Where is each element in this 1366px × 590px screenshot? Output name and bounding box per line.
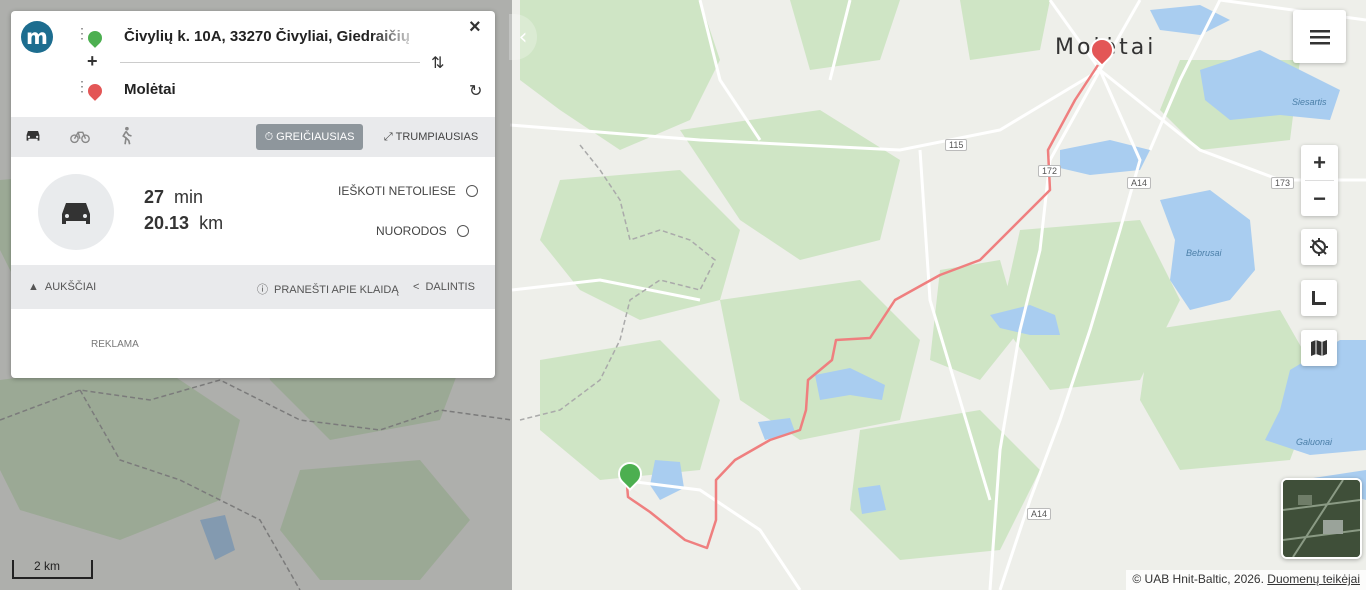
travel-mode-bar: ⏱ GREIČIAUSIAS ⤢ TRUMPIAUSIAS bbox=[11, 117, 495, 157]
stopwatch-icon: ⏱ bbox=[264, 130, 274, 143]
drag-handle-icon[interactable]: ⋮ bbox=[75, 26, 89, 40]
route-time: 27 min bbox=[144, 187, 203, 208]
road-label-172: 172 bbox=[1038, 165, 1062, 177]
map-icon bbox=[1311, 340, 1327, 356]
report-error-label: PRANEŠTI APIE KLAIDĄ bbox=[274, 284, 399, 296]
search-nearby-button[interactable]: IEŠKOTI NETOLIESE bbox=[338, 184, 478, 198]
fastest-route-button[interactable]: ⏱ GREIČIAUSIAS bbox=[256, 124, 363, 150]
location-off-icon bbox=[1310, 238, 1328, 256]
map-layers-button[interactable] bbox=[1301, 330, 1337, 366]
route-panel: m ⋮ Čivylių k. 10A, 33270 Čivyliai, Gied… bbox=[11, 11, 495, 378]
mountain-icon: ▲ bbox=[28, 281, 39, 293]
menu-icon bbox=[1309, 29, 1330, 44]
report-error-button[interactable]: ⓘ PRANEŠTI APIE KLAIDĄ bbox=[257, 281, 399, 297]
search-nearby-label: IEŠKOTI NETOLIESE bbox=[338, 184, 456, 198]
zoom-in-button[interactable]: + bbox=[1301, 145, 1338, 180]
attribution: © UAB Hnit-Baltic, 2026. Duomenų teikėja… bbox=[1126, 570, 1366, 590]
shortest-arrows-icon: ⤢ bbox=[383, 130, 393, 143]
shortest-route-button[interactable]: ⤢ TRUMPIAUSIAS bbox=[383, 124, 479, 150]
ruler-icon bbox=[1312, 291, 1326, 305]
lake-label-siesartis: Siesartis bbox=[1292, 97, 1327, 107]
bike-icon[interactable] bbox=[69, 125, 91, 147]
zoom-controls: + − bbox=[1301, 145, 1338, 216]
zoom-out-button[interactable]: − bbox=[1301, 181, 1338, 216]
measure-button[interactable] bbox=[1301, 280, 1337, 316]
scale-label: 2 km bbox=[34, 559, 61, 573]
time-value: 27 bbox=[144, 187, 165, 207]
lake-label-galuonai: Galuonai bbox=[1296, 437, 1333, 447]
reverse-route-icon[interactable]: ↻ bbox=[469, 81, 482, 100]
time-unit: min bbox=[174, 187, 204, 207]
directions-label: NUORODOS bbox=[376, 224, 447, 238]
walk-icon[interactable] bbox=[115, 125, 137, 147]
attribution-text: © UAB Hnit-Baltic, 2026. bbox=[1132, 572, 1264, 586]
origin-field-fade bbox=[371, 23, 421, 49]
car-icon[interactable] bbox=[22, 125, 44, 147]
directions-icon bbox=[456, 225, 469, 237]
search-nearby-icon bbox=[465, 185, 478, 197]
satellite-toggle-thumbnail[interactable] bbox=[1281, 478, 1362, 559]
road-label-115: 115 bbox=[945, 139, 968, 151]
add-stop-icon[interactable]: + bbox=[87, 51, 98, 72]
road-label-173: 173 bbox=[1271, 177, 1295, 189]
advertisement-label: REKLAMA bbox=[91, 339, 139, 350]
location-button[interactable] bbox=[1301, 229, 1337, 265]
road-label-a14-south: A14 bbox=[1027, 508, 1052, 520]
menu-button[interactable] bbox=[1293, 10, 1346, 63]
fastest-label: GREIČIAUSIAS bbox=[276, 131, 355, 143]
swap-icon[interactable]: ⇅ bbox=[431, 53, 444, 72]
lake-label-bebrusai: Bebrusai bbox=[1186, 248, 1222, 258]
directions-button[interactable]: NUORODOS bbox=[376, 224, 469, 238]
scale-bar: 2 km bbox=[12, 559, 93, 579]
shortest-label: TRUMPIAUSIAS bbox=[395, 131, 479, 143]
elevation-label: AUKŠČIAI bbox=[44, 281, 97, 293]
route-distance: 20.13 km bbox=[144, 213, 223, 234]
road-label-a14: A14 bbox=[1127, 177, 1152, 189]
close-icon[interactable]: × bbox=[469, 16, 481, 39]
elevation-button[interactable]: ▲ AUKŠČIAI bbox=[28, 281, 96, 293]
drag-handle-icon[interactable]: ⋮ bbox=[75, 79, 89, 93]
destination-field[interactable]: Molėtai bbox=[124, 81, 414, 98]
data-providers-link[interactable]: Duomenų teikėjai bbox=[1267, 572, 1360, 586]
share-icon: < bbox=[413, 281, 420, 293]
chevron-left-icon: ‹ bbox=[518, 24, 528, 50]
info-icon: ⓘ bbox=[257, 284, 268, 296]
distance-value: 20.13 bbox=[144, 213, 190, 233]
share-button[interactable]: < DALINTIS bbox=[413, 281, 475, 293]
distance-unit: km bbox=[199, 213, 224, 233]
share-label: DALINTIS bbox=[425, 281, 475, 293]
field-divider bbox=[120, 62, 420, 63]
route-summary-car-icon bbox=[38, 174, 114, 250]
logo[interactable]: m bbox=[21, 21, 53, 53]
route-footer-bar: ▲ AUKŠČIAI ⓘ PRANEŠTI APIE KLAIDĄ < DALINTI… bbox=[11, 265, 495, 309]
